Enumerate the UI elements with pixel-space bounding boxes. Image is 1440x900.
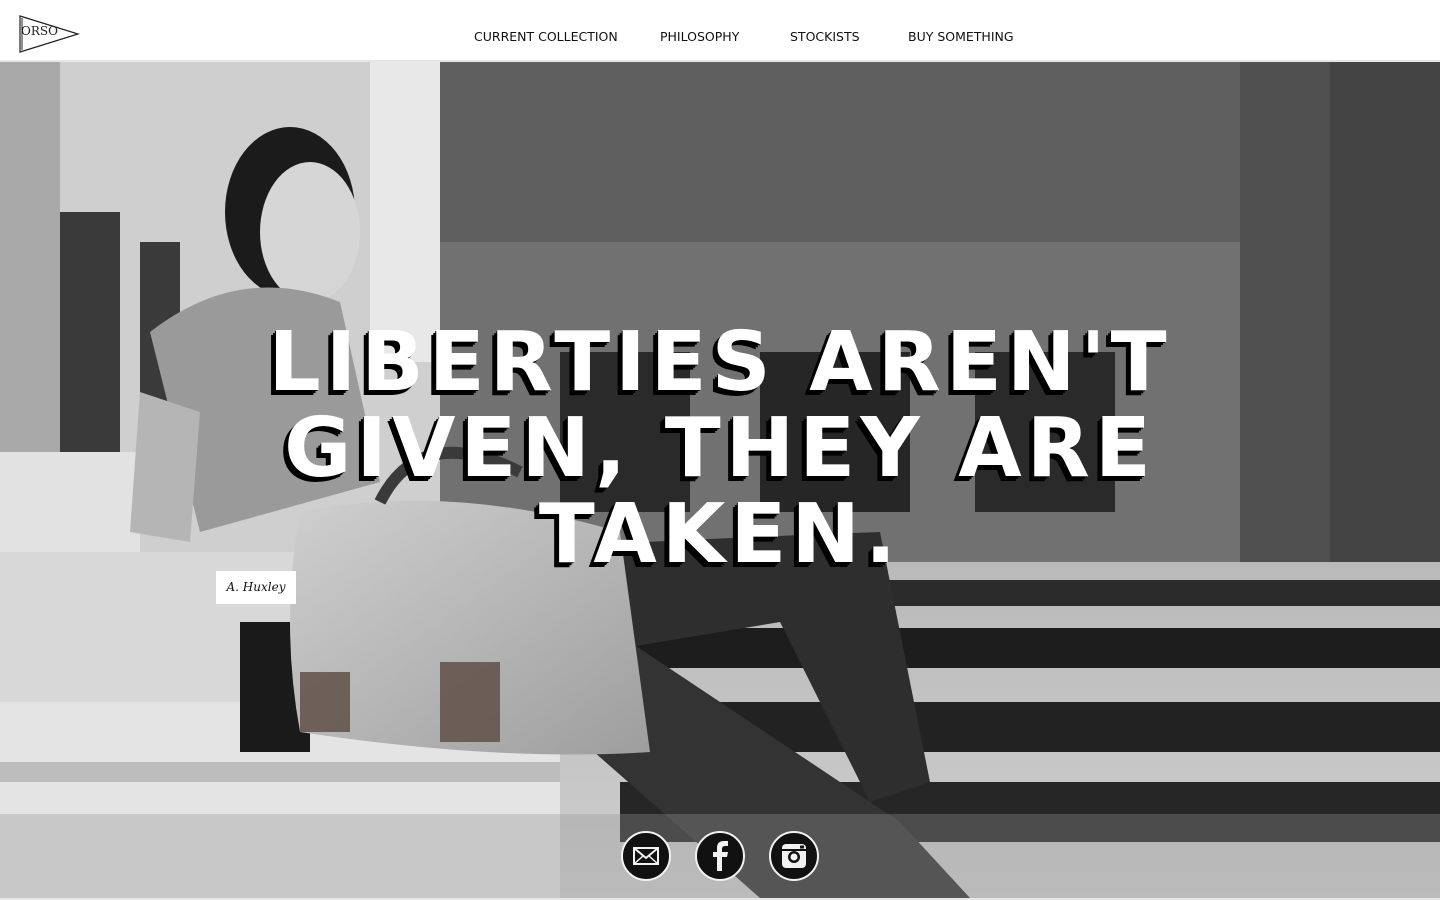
quote-author: A. Huxley [216, 571, 296, 604]
mail-icon[interactable] [621, 831, 671, 881]
hero-quote: LIBERTIES AREN'T GIVEN, THEY ARE TAKEN. [268, 315, 1172, 582]
nav-current-collection[interactable]: CURRENT COLLECTION [474, 29, 618, 44]
nav-philosophy[interactable]: PHILOSOPHY [660, 29, 739, 44]
nav-stockists[interactable]: STOCKISTS [790, 29, 860, 44]
social-bar [0, 814, 1440, 898]
nav-buy-something[interactable]: BUY SOMETHING [908, 29, 1014, 44]
hero-section: LIBERTIES AREN'T GIVEN, THEY ARE TAKEN. … [0, 62, 1440, 898]
main-nav: CURRENT COLLECTION PHILOSOPHY STOCKISTS … [0, 29, 1440, 45]
instagram-icon[interactable] [769, 831, 819, 881]
facebook-icon[interactable] [695, 831, 745, 881]
site-header: ORSO CURRENT COLLECTION PHILOSOPHY STOCK… [0, 0, 1440, 62]
